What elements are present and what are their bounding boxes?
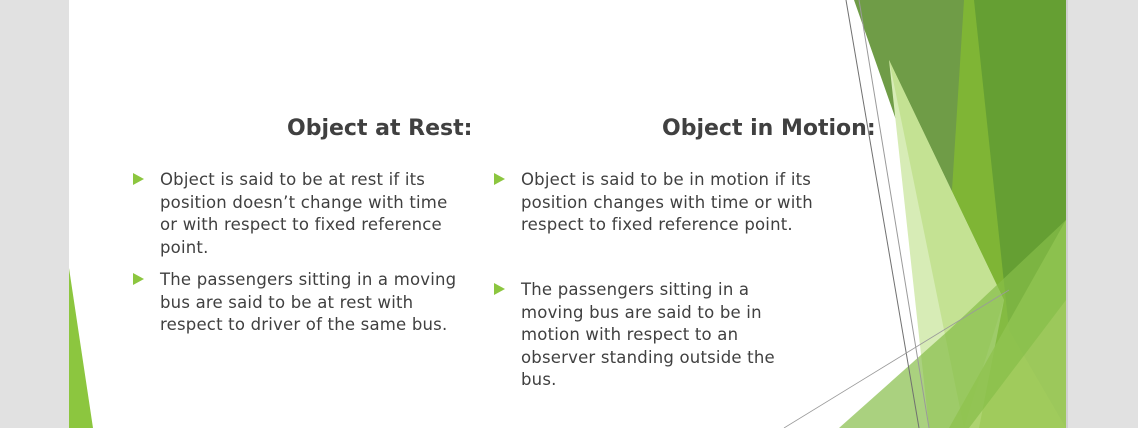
- bullet-motion-example: The passengers sitting in a moving bus a…: [494, 279, 814, 392]
- bullet-text: Object is said to be in motion if its po…: [521, 170, 813, 234]
- triangle-bullet-icon: [133, 273, 144, 285]
- heading-object-in-motion: Object in Motion:: [662, 116, 876, 141]
- triangle-bullet-icon: [494, 173, 505, 185]
- heading-object-at-rest: Object at Rest:: [287, 116, 473, 141]
- window-edge: [1066, 0, 1068, 428]
- bullet-rest-definition: Object is said to be at rest if its posi…: [133, 169, 463, 259]
- slide-canvas: Object at Rest: Object in Motion: Object…: [69, 0, 1066, 428]
- right-gutter: [1066, 0, 1138, 428]
- facet-left: [69, 268, 93, 428]
- triangle-bullet-icon: [494, 283, 505, 295]
- bullet-rest-example: The passengers sitting in a moving bus a…: [133, 269, 463, 337]
- bullet-text: The passengers sitting in a moving bus a…: [160, 270, 457, 334]
- bullet-text: The passengers sitting in a moving bus a…: [521, 280, 775, 389]
- left-gutter: [0, 0, 69, 428]
- bullet-text: Object is said to be at rest if its posi…: [160, 170, 448, 257]
- bullet-motion-definition: Object is said to be in motion if its po…: [494, 169, 814, 237]
- triangle-bullet-icon: [133, 173, 144, 185]
